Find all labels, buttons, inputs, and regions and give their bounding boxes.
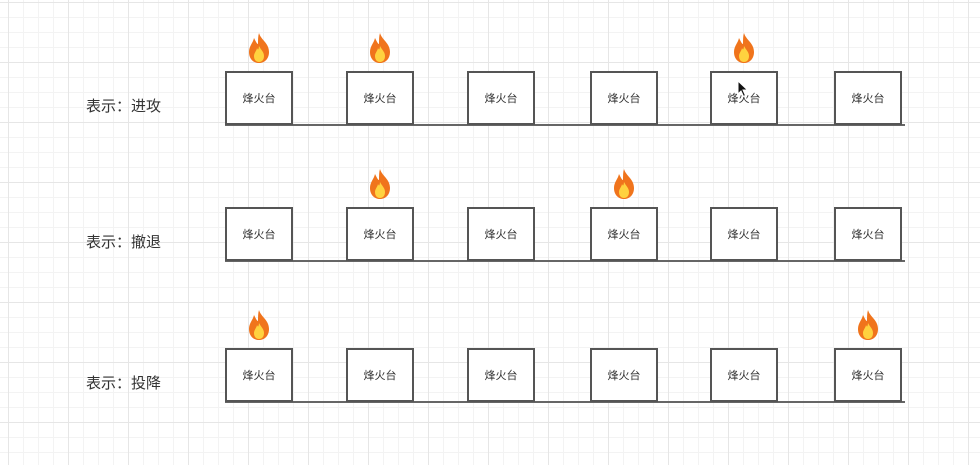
signal-tower-label: 烽火台 — [242, 92, 276, 105]
fire-icon — [246, 32, 272, 64]
signal-tower-box: 烽火台 — [834, 348, 902, 402]
signal-tower-label: 烽火台 — [727, 228, 761, 241]
signal-tower-box: 烽火台 — [225, 207, 293, 261]
signal-row: 表示：撤退 烽火台 烽火台 烽火台 烽火台 烽火台 烽火台 — [0, 169, 980, 304]
signal-tower-box: 烽火台 — [834, 207, 902, 261]
signal-tower-label: 烽火台 — [242, 228, 276, 241]
signal-tower-box: 烽火台 — [834, 71, 902, 125]
signal-tower-label: 烽火台 — [607, 92, 641, 105]
row-label: 表示：投降 — [86, 374, 162, 392]
fire-icon — [611, 168, 637, 200]
fire-icon — [367, 32, 393, 64]
signal-tower-box: 烽火台 — [346, 348, 414, 402]
fire-icon — [855, 309, 881, 341]
signal-tower-label: 烽火台 — [484, 369, 518, 382]
fire-icon — [246, 309, 272, 341]
signal-tower-label: 烽火台 — [607, 228, 641, 241]
signal-tower-diagram: 表示：进攻 烽火台 烽火台 烽火台 烽火台 烽火台 烽火台 表示：撤退 烽火台 烽火台 烽火台 烽火台… — [0, 0, 980, 465]
signal-tower-label: 烽火台 — [727, 369, 761, 382]
signal-tower-box: 烽火台 — [467, 348, 535, 402]
signal-tower-label: 烽火台 — [242, 369, 276, 382]
fire-icon — [731, 32, 757, 64]
row-label: 表示：进攻 — [86, 97, 162, 115]
signal-tower-label: 烽火台 — [851, 369, 885, 382]
connecting-line — [225, 124, 905, 126]
signal-tower-box: 烽火台 — [710, 348, 778, 402]
signal-tower-label: 烽火台 — [607, 369, 641, 382]
signal-tower-box: 烽火台 — [467, 71, 535, 125]
signal-tower-box: 烽火台 — [590, 71, 658, 125]
row-label: 表示：撤退 — [86, 233, 162, 251]
signal-tower-box: 烽火台 — [346, 71, 414, 125]
signal-row: 表示：进攻 烽火台 烽火台 烽火台 烽火台 烽火台 烽火台 — [0, 33, 980, 168]
signal-tower-box: 烽火台 — [590, 348, 658, 402]
signal-tower-box: 烽火台 — [590, 207, 658, 261]
signal-tower-box: 烽火台 — [346, 207, 414, 261]
signal-tower-label: 烽火台 — [484, 228, 518, 241]
connecting-line — [225, 260, 905, 262]
signal-tower-label: 烽火台 — [363, 369, 397, 382]
mouse-pointer-icon — [737, 79, 749, 98]
signal-tower-box: 烽火台 — [225, 71, 293, 125]
signal-row: 表示：投降 烽火台 烽火台 烽火台 烽火台 烽火台 烽火台 — [0, 310, 980, 445]
connecting-line — [225, 401, 905, 403]
signal-tower-label: 烽火台 — [363, 92, 397, 105]
signal-tower-label: 烽火台 — [851, 92, 885, 105]
signal-tower-box: 烽火台 — [225, 348, 293, 402]
signal-tower-box: 烽火台 — [467, 207, 535, 261]
signal-tower-label: 烽火台 — [851, 228, 885, 241]
signal-tower-box: 烽火台 — [710, 207, 778, 261]
signal-tower-label: 烽火台 — [363, 228, 397, 241]
fire-icon — [367, 168, 393, 200]
signal-tower-label: 烽火台 — [484, 92, 518, 105]
